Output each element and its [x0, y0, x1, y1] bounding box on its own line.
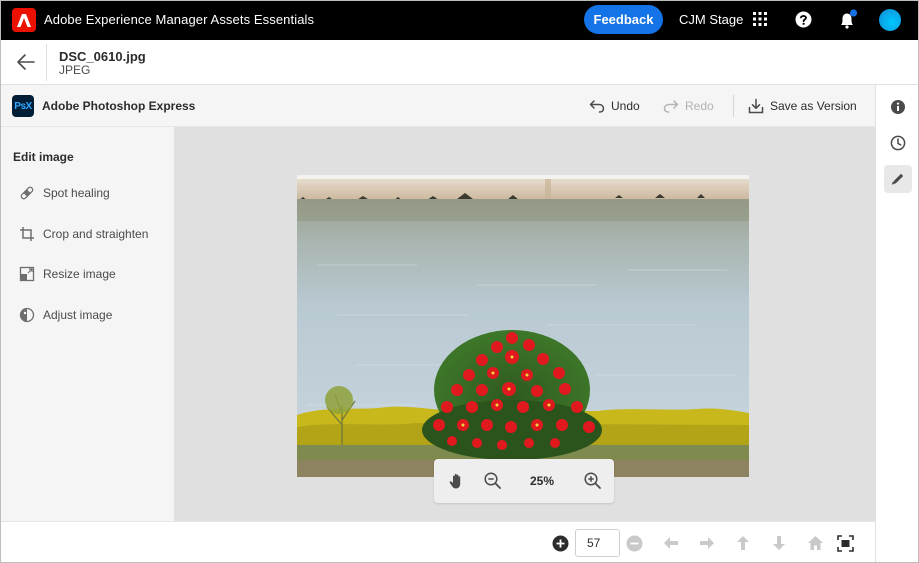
fit-to-screen-icon[interactable] — [836, 534, 854, 552]
toolbar-divider — [733, 95, 734, 117]
redo-icon — [663, 100, 679, 113]
history-icon[interactable] — [884, 129, 912, 157]
save-as-version-label: Save as Version — [770, 99, 857, 113]
tool-label: Adjust image — [43, 308, 113, 322]
adjust-icon — [19, 307, 35, 323]
undo-label: Undo — [611, 99, 640, 113]
feedback-button[interactable]: Feedback — [584, 5, 663, 34]
arrow-down-icon[interactable] — [770, 534, 788, 552]
zoom-out-icon[interactable] — [483, 471, 503, 491]
editor-title: Adobe Photoshop Express — [42, 99, 196, 113]
save-as-version-button[interactable]: Save as Version — [748, 95, 857, 117]
bandage-icon — [20, 186, 34, 200]
bell-icon[interactable] — [838, 9, 858, 31]
tool-label: Resize image — [43, 267, 116, 281]
zoom-controls: 25% — [434, 459, 614, 503]
editor-toolbar: PsX Adobe Photoshop Express Undo Redo Sa… — [0, 85, 875, 127]
arrow-up-icon[interactable] — [734, 534, 752, 552]
asset-type: JPEG — [59, 63, 91, 77]
add-circle-icon[interactable] — [551, 534, 569, 552]
photoshop-express-logo: PsX — [12, 95, 34, 117]
panel-title: Edit image — [13, 150, 74, 164]
tool-label: Crop and straighten — [43, 227, 149, 241]
undo-button[interactable]: Undo — [589, 95, 640, 117]
asset-header: DSC_0610.jpg JPEG — [0, 40, 919, 85]
adobe-logo-icon[interactable] — [12, 8, 36, 32]
edit-icon[interactable] — [884, 165, 912, 193]
back-arrow-icon[interactable] — [15, 52, 37, 72]
arrow-right-icon[interactable] — [698, 534, 716, 552]
shell-header: Adobe Experience Manager Assets Essentia… — [0, 0, 919, 40]
header-divider — [46, 44, 47, 81]
zoom-level: 25% — [529, 474, 555, 488]
info-icon[interactable] — [884, 93, 912, 121]
app-title: Adobe Experience Manager Assets Essentia… — [44, 12, 315, 27]
asset-image[interactable] — [297, 175, 749, 477]
redo-button[interactable]: Redo — [663, 95, 714, 117]
tool-resize-image[interactable]: Resize image — [19, 264, 116, 284]
crop-icon — [20, 227, 34, 241]
edit-tools-panel: Edit image Spot healing Crop and straigh… — [0, 127, 174, 521]
hand-pan-icon[interactable] — [447, 471, 467, 491]
tool-crop-and-straighten[interactable]: Crop and straighten — [19, 224, 148, 244]
asset-name: DSC_0610.jpg — [59, 49, 146, 64]
home-icon[interactable] — [806, 534, 824, 552]
zoom-in-icon[interactable] — [583, 471, 603, 491]
image-canvas[interactable]: 25% — [174, 127, 875, 521]
apps-grid-icon[interactable] — [752, 11, 768, 27]
page-number-input[interactable] — [575, 529, 620, 557]
resize-icon — [19, 266, 35, 282]
right-rail — [875, 85, 919, 563]
arrow-left-icon[interactable] — [662, 534, 680, 552]
remove-circle-icon[interactable] — [625, 534, 643, 552]
tool-spot-healing[interactable]: Spot healing — [19, 183, 110, 203]
save-version-icon — [748, 98, 764, 114]
viewer-footer — [0, 521, 875, 563]
org-switcher[interactable]: CJM Stage — [679, 12, 743, 27]
tool-adjust-image[interactable]: Adjust image — [19, 305, 112, 325]
undo-icon — [589, 100, 605, 113]
tool-label: Spot healing — [43, 186, 110, 200]
avatar[interactable] — [879, 9, 901, 31]
redo-label: Redo — [685, 99, 714, 113]
help-icon[interactable] — [795, 11, 812, 28]
